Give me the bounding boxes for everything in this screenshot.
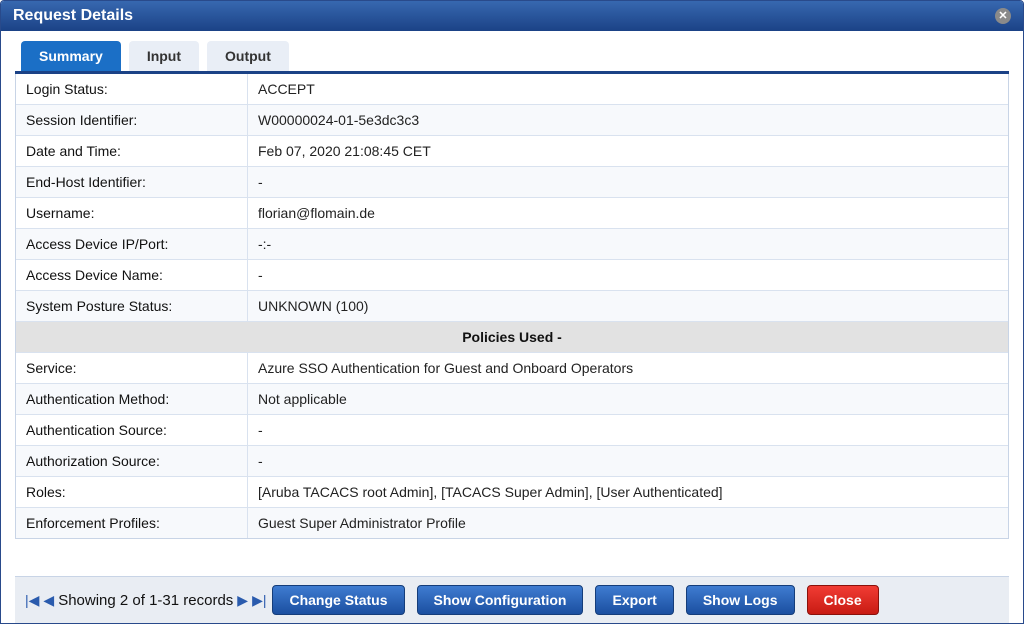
row-value: - [248, 260, 1008, 290]
row-value: Feb 07, 2020 21:08:45 CET [248, 136, 1008, 166]
footer-buttons: Change Status Show Configuration Export … [272, 585, 878, 615]
close-icon[interactable]: ✕ [995, 8, 1011, 24]
row-label: Enforcement Profiles: [16, 508, 248, 538]
tab-summary[interactable]: Summary [21, 41, 121, 71]
details-table: Login Status:ACCEPT Session Identifier:W… [15, 74, 1009, 539]
row-label: Roles: [16, 477, 248, 507]
dialog-title: Request Details [13, 7, 133, 25]
tabs: Summary Input Output [15, 41, 1009, 74]
row-value: ACCEPT [248, 74, 1008, 104]
dialog-footer: |◀ ◀ Showing 2 of 1-31 records ▶ ▶| Chan… [15, 576, 1009, 623]
row-label: Authorization Source: [16, 446, 248, 476]
row-label: Session Identifier: [16, 105, 248, 135]
tab-input[interactable]: Input [129, 41, 199, 71]
row-value: W00000024-01-5e3dc3c3 [248, 105, 1008, 135]
close-button[interactable]: Close [807, 585, 879, 615]
pager-next-icon[interactable]: ▶ [237, 592, 248, 609]
row-label: System Posture Status: [16, 291, 248, 321]
row-label: Authentication Method: [16, 384, 248, 414]
row-label: Service: [16, 353, 248, 383]
row-label: Login Status: [16, 74, 248, 104]
export-button[interactable]: Export [595, 585, 673, 615]
row-value: - [248, 415, 1008, 445]
pager-last-icon[interactable]: ▶| [252, 592, 266, 609]
dialog-titlebar: Request Details ✕ [1, 1, 1023, 31]
pager-first-icon[interactable]: |◀ [25, 592, 39, 609]
row-value: [Aruba TACACS root Admin], [TACACS Super… [248, 477, 1008, 507]
change-status-button[interactable]: Change Status [272, 585, 404, 615]
row-label: Date and Time: [16, 136, 248, 166]
section-header-policies: Policies Used - [16, 322, 1008, 353]
row-value: Azure SSO Authentication for Guest and O… [248, 353, 1008, 383]
row-value: - [248, 446, 1008, 476]
pager: |◀ ◀ Showing 2 of 1-31 records ▶ ▶| [25, 592, 266, 609]
pager-text: Showing 2 of 1-31 records [58, 592, 233, 609]
row-value: florian@flomain.de [248, 198, 1008, 228]
show-logs-button[interactable]: Show Logs [686, 585, 795, 615]
row-value: UNKNOWN (100) [248, 291, 1008, 321]
row-label: Username: [16, 198, 248, 228]
tab-output[interactable]: Output [207, 41, 289, 71]
row-value: - [248, 167, 1008, 197]
show-configuration-button[interactable]: Show Configuration [417, 585, 584, 615]
request-details-dialog: Request Details ✕ Summary Input Output L… [0, 0, 1024, 624]
row-value: -:- [248, 229, 1008, 259]
row-label: Access Device Name: [16, 260, 248, 290]
dialog-content: Summary Input Output Login Status:ACCEPT… [1, 31, 1023, 623]
row-label: End-Host Identifier: [16, 167, 248, 197]
pager-prev-icon[interactable]: ◀ [43, 592, 54, 609]
row-value: Guest Super Administrator Profile [248, 508, 1008, 538]
row-label: Authentication Source: [16, 415, 248, 445]
row-value: Not applicable [248, 384, 1008, 414]
row-label: Access Device IP/Port: [16, 229, 248, 259]
